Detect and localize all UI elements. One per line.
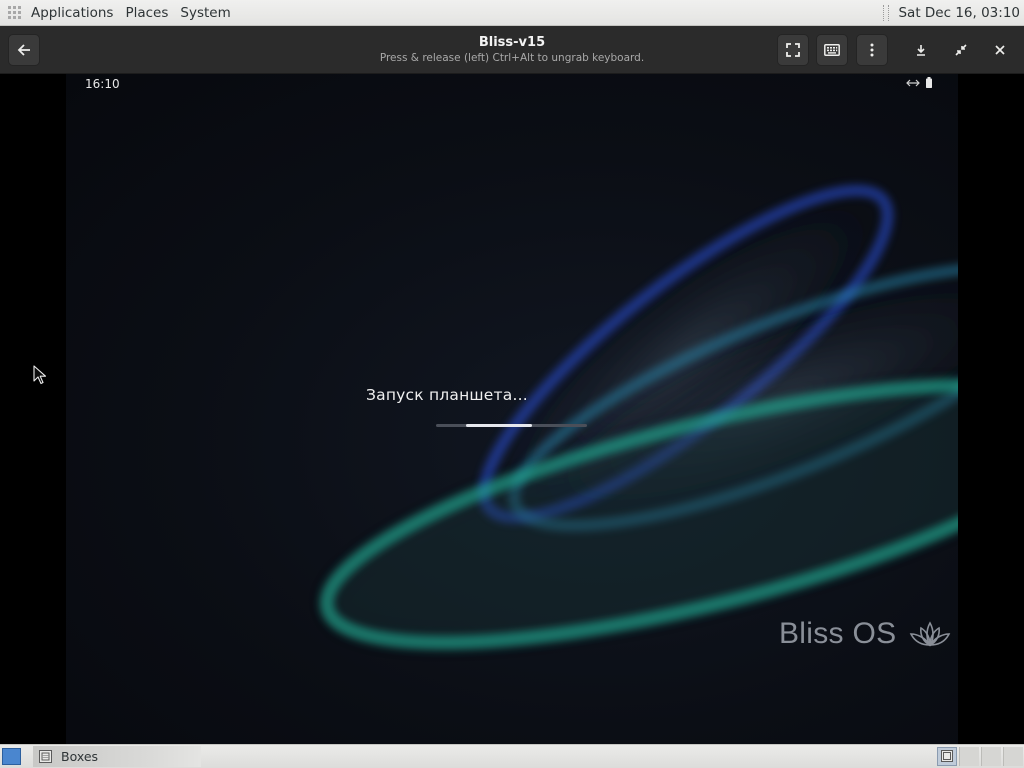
- panel-drag-handle[interactable]: [883, 4, 890, 21]
- arrow-left-icon: [17, 44, 30, 56]
- brand-logo: Bliss OS: [779, 617, 952, 651]
- close-button[interactable]: [984, 34, 1016, 66]
- workspace-1[interactable]: [937, 747, 957, 766]
- taskbar-item-boxes[interactable]: Boxes: [33, 746, 201, 767]
- restore-button[interactable]: [945, 34, 977, 66]
- send-keys-button[interactable]: [816, 34, 848, 66]
- vm-display-area[interactable]: 16:10 Запуск планшета... Bliss OS: [0, 74, 1024, 744]
- bottom-panel: Boxes: [0, 744, 1024, 768]
- minimize-button[interactable]: [905, 34, 937, 66]
- boot-progress-fill: [466, 424, 532, 427]
- taskbar-item-label: Boxes: [61, 749, 99, 764]
- workspace-4[interactable]: [1003, 747, 1023, 766]
- keyboard-icon: [824, 44, 840, 56]
- menu-button[interactable]: [856, 34, 888, 66]
- minimize-icon: [917, 45, 925, 56]
- panel-right-area: Sat Dec 16, 03:10: [883, 0, 1024, 25]
- workspace-3[interactable]: [981, 747, 1001, 766]
- boxes-app-icon: [941, 750, 953, 762]
- menu-applications[interactable]: Applications: [31, 5, 113, 21]
- battery-icon: [926, 77, 932, 88]
- status-bar-icons: [906, 77, 932, 88]
- lotus-icon: [910, 621, 951, 647]
- title-block: Bliss-v15 Press & release (left) Ctrl+Al…: [300, 34, 724, 65]
- boxes-header-bar: Bliss-v15 Press & release (left) Ctrl+Al…: [0, 26, 1024, 74]
- workspace-2[interactable]: [959, 747, 979, 766]
- apps-grid-icon[interactable]: [8, 5, 22, 20]
- restore-icon: [955, 44, 967, 56]
- window-title: Bliss-v15: [478, 35, 546, 50]
- fullscreen-icon: [786, 43, 800, 57]
- menu-system[interactable]: System: [180, 5, 230, 21]
- fullscreen-button[interactable]: [777, 34, 809, 66]
- boxes-app-icon: [39, 750, 52, 763]
- close-icon: [995, 45, 1005, 55]
- mouse-pointer-icon: [33, 365, 47, 385]
- back-button[interactable]: [8, 34, 40, 66]
- window-subtitle: Press & release (left) Ctrl+Alt to ungra…: [379, 52, 645, 64]
- vertical-ellipsis-icon: [870, 43, 874, 57]
- clock[interactable]: Sat Dec 16, 03:10: [898, 5, 1020, 21]
- ethernet-icon: [906, 79, 920, 86]
- menu-places[interactable]: Places: [125, 5, 168, 21]
- guest-screen[interactable]: 16:10 Запуск планшета... Bliss OS: [66, 74, 958, 744]
- boot-status-text: Запуск планшета...: [366, 386, 528, 404]
- top-panel: Applications Places System Sat Dec 16, 0…: [0, 0, 1024, 26]
- brand-name: Bliss OS: [779, 617, 897, 650]
- status-bar-time: 16:10: [85, 77, 120, 91]
- show-desktop-button[interactable]: [2, 748, 21, 765]
- boot-progress-bar: [436, 424, 587, 427]
